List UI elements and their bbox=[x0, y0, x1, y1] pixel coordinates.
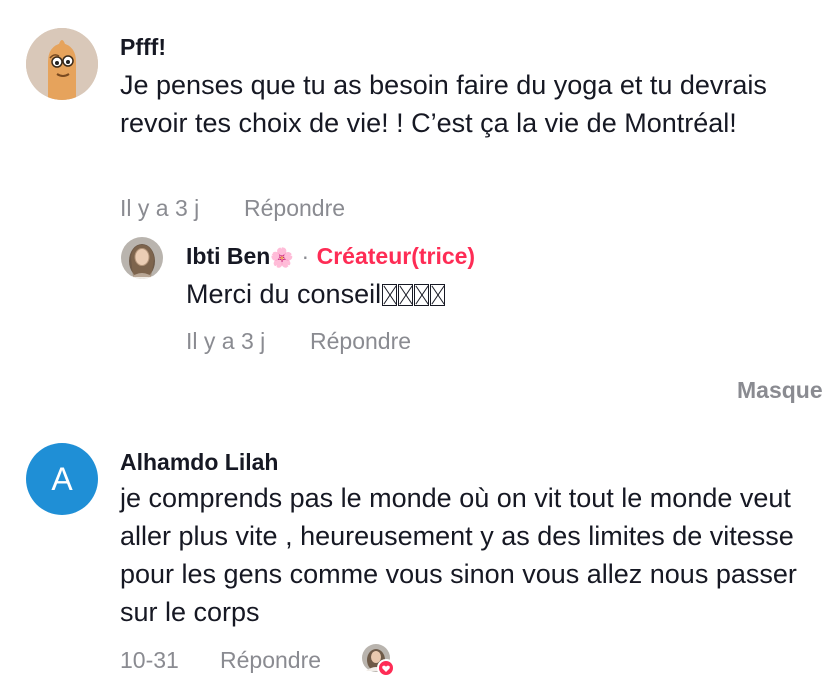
user-avatar[interactable]: A bbox=[26, 443, 98, 515]
separator-dot: · bbox=[301, 243, 310, 269]
reply-timestamp: Il y a 3 j bbox=[186, 328, 266, 354]
cherry-blossom-emoji-icon: 🌸 bbox=[270, 248, 295, 269]
comment-text: Je penses que tu as besoin faire du yoga… bbox=[120, 70, 767, 138]
missing-glyph-icon bbox=[382, 284, 398, 306]
reply-button[interactable]: Répondre bbox=[310, 328, 411, 355]
creator-avatar[interactable] bbox=[121, 237, 163, 279]
reply-header: Ibti Ben🌸 · Créateur(trice) bbox=[186, 243, 475, 270]
comment-text: je comprends pas le monde où on vit tout… bbox=[120, 483, 797, 627]
reply-button[interactable]: Répondre bbox=[220, 647, 321, 674]
reply-button[interactable]: Répondre bbox=[244, 195, 345, 222]
reply-text-container: Merci du conseil bbox=[186, 275, 446, 313]
creator-photo-avatar-icon bbox=[121, 237, 163, 279]
cartoon-face-avatar-icon bbox=[26, 28, 98, 100]
comment-username[interactable]: Alhamdo Lilah bbox=[120, 449, 278, 476]
reply-text: Merci du conseil bbox=[186, 279, 382, 309]
user-avatar[interactable] bbox=[26, 28, 98, 100]
creator-badge: Créateur(trice) bbox=[316, 243, 476, 269]
hide-replies-button[interactable]: Masque bbox=[737, 377, 823, 404]
missing-glyph-icon bbox=[398, 284, 414, 306]
avatar-letter: A bbox=[51, 460, 73, 497]
reply-username[interactable]: Ibti Ben bbox=[186, 243, 270, 269]
creator-like-icon bbox=[361, 643, 395, 677]
comment-timestamp: Il y a 3 j bbox=[120, 195, 200, 221]
missing-glyph-icon bbox=[414, 284, 430, 306]
comment-username[interactable]: Pfff! bbox=[120, 34, 166, 61]
comment-timestamp: 10-31 bbox=[120, 647, 179, 673]
missing-glyph-icon bbox=[430, 284, 446, 306]
